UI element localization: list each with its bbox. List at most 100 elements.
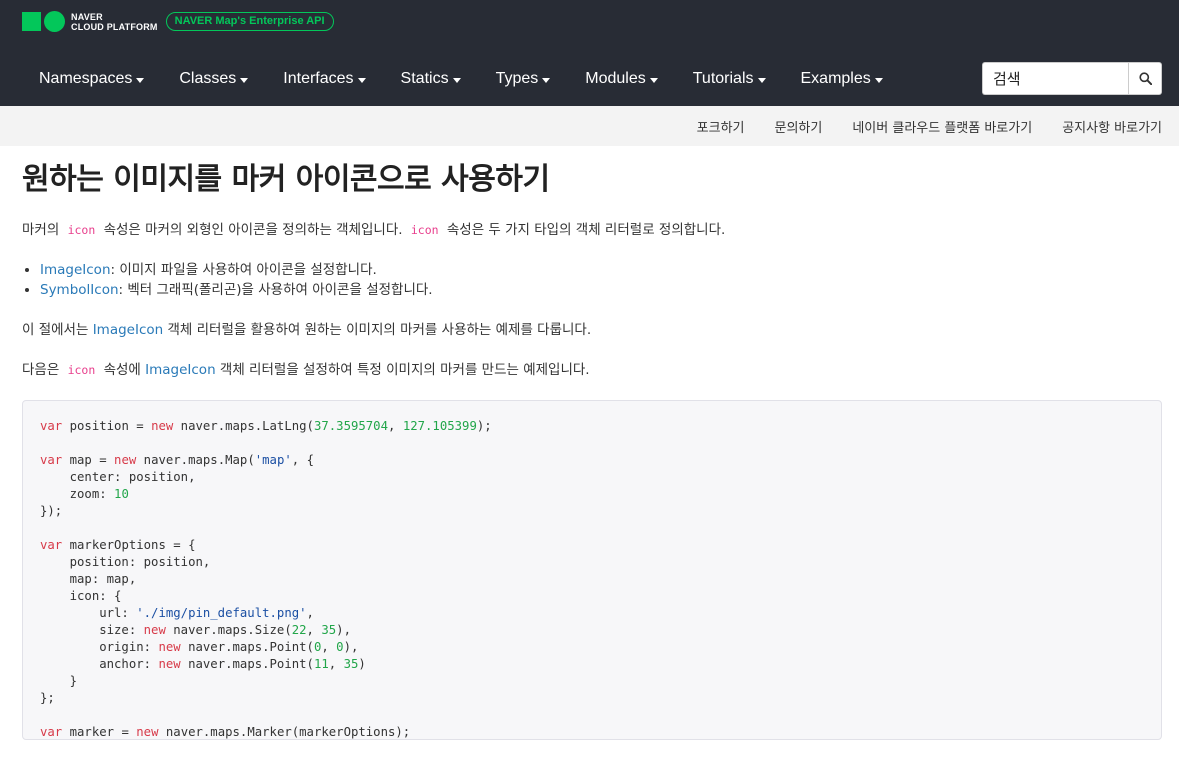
code-token: center: position, <box>40 470 196 484</box>
example-paragraph: 다음은 icon 속성에 ImageIcon 객체 리터럴을 설정하여 특정 이… <box>22 362 590 378</box>
code-line: var map = new naver.maps.Map('map', { <box>40 452 1144 469</box>
search-input[interactable] <box>982 62 1128 95</box>
code-token: 35 <box>321 623 337 637</box>
sub-nav: 포크하기 문의하기 네이버 클라우드 플랫폼 바로가기 공지사항 바로가기 <box>0 106 1179 146</box>
list-item: SymbolIcon: 벡터 그래픽(폴리곤)을 사용하여 아이콘을 설정합니다… <box>40 280 1162 300</box>
code-token: ), <box>336 623 351 637</box>
code-token: var <box>40 419 63 433</box>
code-line: map: map, <box>40 571 1144 588</box>
notice-link[interactable]: 공지사항 바로가기 <box>1062 117 1162 136</box>
code-token: 35 <box>343 657 359 671</box>
imageicon-link[interactable]: ImageIcon <box>40 262 111 278</box>
code-token: , <box>306 623 322 637</box>
code-token: ), <box>343 640 359 654</box>
code-token: , { <box>291 453 314 467</box>
search-button[interactable] <box>1128 62 1162 95</box>
nav-namespaces[interactable]: Namespaces <box>22 70 162 88</box>
section-paragraph: 이 절에서는 ImageIcon 객체 리터럴을 활용하여 원하는 이미지의 마… <box>22 322 592 338</box>
ncp-link[interactable]: 네이버 클라우드 플랫폼 바로가기 <box>852 117 1032 136</box>
nav-examples[interactable]: Examples <box>784 70 901 88</box>
search-icon <box>1138 72 1152 85</box>
code-token: new <box>151 419 174 433</box>
inline-code: icon <box>67 223 96 237</box>
caret-down-icon <box>240 77 249 83</box>
code-token: 11 <box>313 657 329 671</box>
code-token: 0 <box>336 640 344 654</box>
code-token: markerOptions = { <box>62 538 196 552</box>
nav-classes[interactable]: Classes <box>162 70 266 88</box>
code-token: , <box>321 640 337 654</box>
page-title: 원하는 이미지를 마커 아이콘으로 사용하기 <box>22 162 550 197</box>
code-block: var position = new naver.maps.LatLng(37.… <box>22 400 1162 740</box>
code-line: var markerOptions = { <box>40 537 1144 554</box>
caret-down-icon <box>874 77 883 83</box>
code-token: ); <box>476 419 492 433</box>
code-token: } <box>40 674 78 688</box>
code-line: position: position, <box>40 554 1144 571</box>
code-token: origin: <box>40 640 159 654</box>
caret-down-icon <box>136 77 145 83</box>
list-item: ImageIcon: 이미지 파일을 사용하여 아이콘을 설정합니다. <box>40 260 1162 280</box>
code-token: , <box>388 419 403 433</box>
code-token: new <box>114 453 137 467</box>
symbolicon-link[interactable]: SymbolIcon <box>40 282 119 298</box>
code-token: url: <box>40 606 137 620</box>
code-token: naver.maps.Marker(markerOptions); <box>158 725 411 739</box>
enterprise-api-badge: NAVER Map's Enterprise API <box>165 12 334 31</box>
nav-types[interactable]: Types <box>479 70 569 88</box>
code-token: naver.maps.Size( <box>165 623 292 637</box>
nav-modules[interactable]: Modules <box>568 70 675 88</box>
code-token: position = <box>62 419 152 433</box>
code-token: 37.3595704 <box>313 419 388 433</box>
code-token: , <box>306 606 314 620</box>
code-token: var <box>40 538 63 552</box>
code-token: icon: { <box>40 589 122 603</box>
imageicon-link[interactable]: ImageIcon <box>93 322 164 338</box>
code-line: } <box>40 673 1144 690</box>
code-token: size: <box>40 623 144 637</box>
code-token: map = <box>62 453 115 467</box>
code-line: anchor: new naver.maps.Point(11, 35) <box>40 656 1144 673</box>
nav-interfaces[interactable]: Interfaces <box>266 70 383 88</box>
main-nav: Namespaces Classes Interfaces Statics Ty… <box>22 56 901 102</box>
nav-tutorials[interactable]: Tutorials <box>676 70 784 88</box>
code-token: new <box>158 640 181 654</box>
code-line: zoom: 10 <box>40 486 1144 503</box>
fork-link[interactable]: 포크하기 <box>697 117 745 136</box>
caret-down-icon <box>542 77 551 83</box>
inquiry-link[interactable]: 문의하기 <box>775 117 823 136</box>
code-token: 22 <box>291 623 307 637</box>
code-token: anchor: <box>40 657 159 671</box>
code-token: new <box>136 725 159 739</box>
code-token: naver.maps.Point( <box>180 640 314 654</box>
brand[interactable]: NAVER CLOUD PLATFORM NAVER Map's Enterpr… <box>22 11 334 32</box>
code-token: }; <box>40 691 55 705</box>
caret-down-icon <box>357 77 366 83</box>
top-header: NAVER CLOUD PLATFORM NAVER Map's Enterpr… <box>0 0 1179 106</box>
code-token: naver.maps.Map( <box>136 453 255 467</box>
inline-code: icon <box>410 223 439 237</box>
code-line: center: position, <box>40 469 1144 486</box>
code-line: var marker = new naver.maps.Marker(marke… <box>40 724 1144 739</box>
imageicon-link[interactable]: ImageIcon <box>145 362 216 378</box>
nav-statics[interactable]: Statics <box>384 70 479 88</box>
brand-name: NAVER CLOUD PLATFORM <box>71 11 158 32</box>
code-line: size: new naver.maps.Size(22, 35), <box>40 622 1144 639</box>
code-token: naver.maps.LatLng( <box>173 419 314 433</box>
icon-type-list: ImageIcon: 이미지 파일을 사용하여 아이콘을 설정합니다. Symb… <box>22 260 1162 300</box>
code-line: url: './img/pin_default.png', <box>40 605 1144 622</box>
inline-code: icon <box>67 363 96 377</box>
caret-down-icon <box>757 77 766 83</box>
code-token: , <box>328 657 344 671</box>
code-token: }); <box>40 504 63 518</box>
caret-down-icon <box>649 77 658 83</box>
code-token: 'map' <box>254 453 292 467</box>
code-token: 10 <box>114 487 129 501</box>
code-token: zoom: <box>40 487 115 501</box>
code-line: var position = new naver.maps.LatLng(37.… <box>40 418 1144 435</box>
code-token: naver.maps.Point( <box>180 657 314 671</box>
code-line: origin: new naver.maps.Point(0, 0), <box>40 639 1144 656</box>
